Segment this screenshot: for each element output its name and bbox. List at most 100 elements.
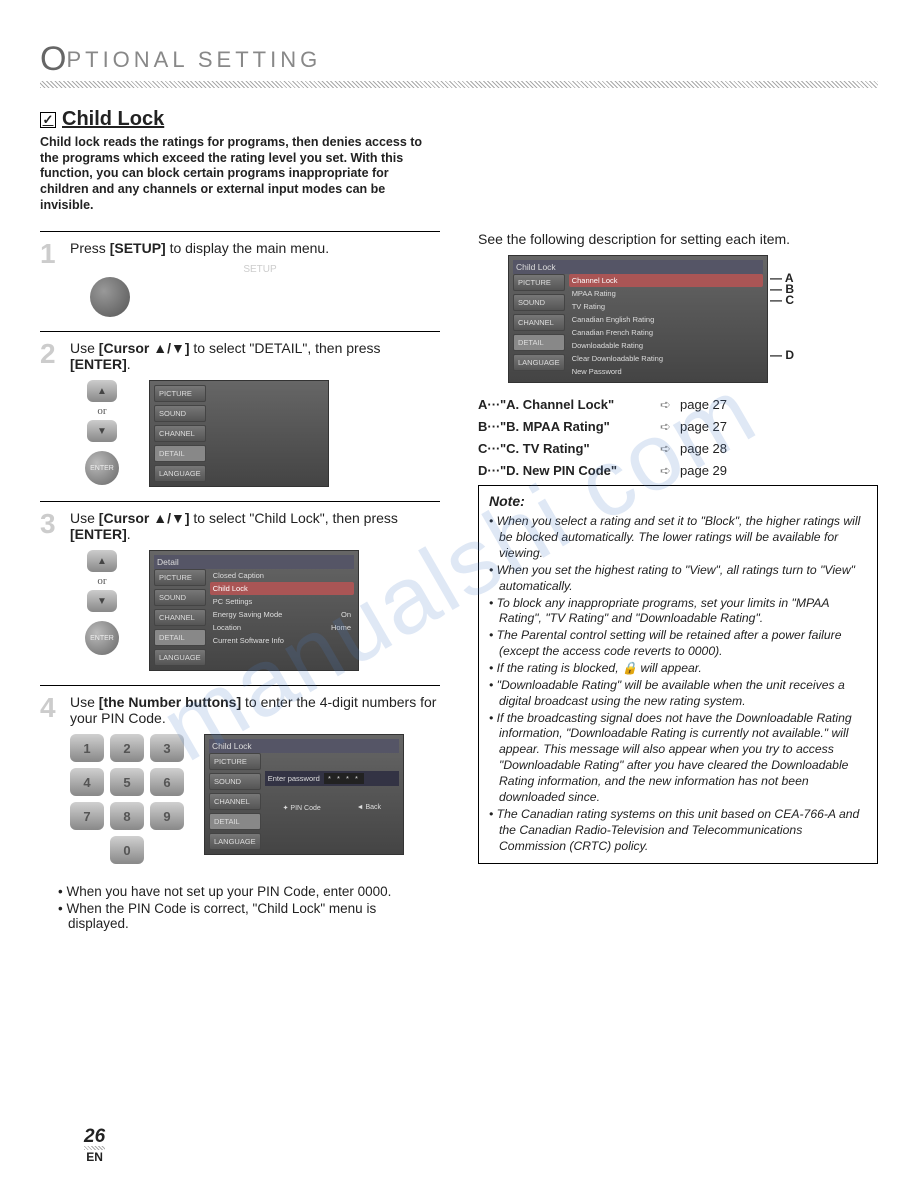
osd-title: Child Lock <box>513 260 763 274</box>
osd-empty <box>210 385 324 482</box>
osd-item: Canadian French Rating <box>569 326 763 339</box>
osd-tab: LANGUAGE <box>209 833 261 850</box>
or-label: or <box>97 405 106 417</box>
cursor-arrows: ▲ or ▼ ENTER <box>85 380 119 485</box>
key-4: 4 <box>70 768 104 796</box>
note-item: If the broadcasting signal does not have… <box>499 711 867 806</box>
osd-tab: CHANNEL <box>513 314 565 331</box>
osd-tab: SOUND <box>513 294 565 311</box>
note-item: The Canadian rating systems on this unit… <box>499 807 867 855</box>
key-6: 6 <box>150 768 184 796</box>
note-item: When you set the highest rating to "View… <box>499 563 867 595</box>
cursor-key-ref: [Cursor ▲/▼] <box>99 510 190 526</box>
section-title: ✓ Child Lock <box>40 108 878 131</box>
osd-tab: SOUND <box>154 589 206 606</box>
cursor-key-ref: [Cursor ▲/▼] <box>99 340 190 356</box>
setup-button-icon <box>90 277 130 317</box>
osd-item: Energy Saving Mode On <box>210 608 354 621</box>
legend-row: A···"A. Channel Lock"➪page 27 <box>478 397 878 413</box>
right-intro: See the following description for settin… <box>478 231 878 247</box>
text: to select "DETAIL", then press <box>190 340 381 356</box>
page-number: 26 EN <box>84 1126 105 1164</box>
step-number: 1 <box>40 240 62 317</box>
key-5: 5 <box>110 768 144 796</box>
osd-tab: LANGUAGE <box>154 649 206 666</box>
text: to display the main menu. <box>166 240 329 256</box>
section-intro: Child lock reads the ratings for program… <box>40 135 440 213</box>
cursor-arrows: ▲ or ▼ ENTER <box>85 550 119 655</box>
key-0: 0 <box>110 836 144 864</box>
osd-footer: ✦ PIN Code <box>283 804 321 812</box>
step-4: 4 Use [the Number buttons] to enter the … <box>40 685 440 878</box>
note-item: "Downloadable Rating" will be available … <box>499 678 867 710</box>
step-1: 1 Press [SETUP] to display the main menu… <box>40 231 440 331</box>
osd-tab: PICTURE <box>209 753 261 770</box>
osd-item: Channel Lock <box>569 274 763 287</box>
enter-button-icon: ENTER <box>85 621 119 655</box>
step3-instruction: Use [Cursor ▲/▼] to select "Child Lock",… <box>70 510 440 542</box>
callout-d: — D <box>770 348 794 362</box>
right-osd-wrap: Child Lock PICTURE SOUND CHANNEL DETAIL … <box>508 255 828 383</box>
legend-row: C···"C. TV Rating"➪page 28 <box>478 441 878 457</box>
enter-key-ref: [ENTER] <box>70 526 127 542</box>
osd-pin-entry: Child Lock PICTURE SOUND CHANNEL DETAIL … <box>204 734 404 855</box>
osd-tab: PICTURE <box>154 569 206 586</box>
key-1: 1 <box>70 734 104 762</box>
text: Use <box>70 510 99 526</box>
text: . <box>127 356 131 372</box>
note-item: When you select a rating and set it to "… <box>499 514 867 562</box>
or-label: or <box>97 575 106 587</box>
step-3: 3 Use [Cursor ▲/▼] to select "Child Lock… <box>40 501 440 685</box>
osd-item: Closed Caption <box>210 569 354 582</box>
step4-bullets: When you have not set up your PIN Code, … <box>68 884 440 931</box>
osd-tab-active: DETAIL <box>154 629 206 646</box>
text: to select "Child Lock", then press <box>190 510 398 526</box>
arrow-up-icon: ▲ <box>87 380 117 402</box>
osd-tab-active: DETAIL <box>209 813 261 830</box>
note-item: The Parental control setting will be ret… <box>499 628 867 660</box>
osd-tab-active: DETAIL <box>513 334 565 351</box>
osd-tab: PICTURE <box>154 385 206 402</box>
osd-item: Clear Downloadable Rating <box>569 352 763 365</box>
page-header: O PTIONAL SETTING <box>40 40 878 79</box>
note-item: If the rating is blocked, 🔒 will appear. <box>499 661 867 677</box>
osd-tab: CHANNEL <box>209 793 261 810</box>
note-item: To block any inappropriate programs, set… <box>499 596 867 628</box>
osd-title: Child Lock <box>209 739 399 753</box>
right-column: See the following description for settin… <box>478 231 878 933</box>
step1-instruction: Press [SETUP] to display the main menu. <box>70 240 440 256</box>
step-2: 2 Use [Cursor ▲/▼] to select "DETAIL", t… <box>40 331 440 501</box>
bullet-item: When you have not set up your PIN Code, … <box>68 884 440 899</box>
text: Press <box>70 240 110 256</box>
osd-menu-childlock: Detail PICTURE SOUND CHANNEL DETAIL LANG… <box>149 550 359 671</box>
key-9: 9 <box>150 802 184 830</box>
number-buttons-ref: [the Number buttons] <box>99 694 241 710</box>
section-title-text: Child Lock <box>62 108 164 131</box>
note-box: Note: When you select a rating and set i… <box>478 485 878 864</box>
osd-item: Current Software Info <box>210 634 354 647</box>
osd-menu-detail: PICTURE SOUND CHANNEL DETAIL LANGUAGE <box>149 380 329 487</box>
arrow-up-icon: ▲ <box>87 550 117 572</box>
step-number: 2 <box>40 340 62 487</box>
header-divider <box>40 81 878 88</box>
legend-row: D···"D. New PIN Code"➪page 29 <box>478 463 878 479</box>
checkbox-icon: ✓ <box>40 112 56 128</box>
osd-item: Canadian English Rating <box>569 313 763 326</box>
legend-row: B···"B. MPAA Rating"➪page 27 <box>478 419 878 435</box>
step4-instruction: Use [the Number buttons] to enter the 4-… <box>70 694 440 726</box>
setup-label: SETUP <box>80 264 440 275</box>
osd-item-highlighted: Child Lock <box>210 582 354 595</box>
note-heading: Note: <box>489 492 867 510</box>
osd-tab: LANGUAGE <box>513 354 565 371</box>
osd-password-label: Enter password * * * * <box>265 771 399 786</box>
osd-tab: PICTURE <box>513 274 565 291</box>
osd-item: MPAA Rating <box>569 287 763 300</box>
osd-tab: CHANNEL <box>154 609 206 626</box>
key-8: 8 <box>110 802 144 830</box>
osd-item: Downloadable Rating <box>569 339 763 352</box>
key-7: 7 <box>70 802 104 830</box>
setup-key-ref: [SETUP] <box>110 240 166 256</box>
osd-tab: SOUND <box>154 405 206 422</box>
callout-c: — C <box>770 293 794 307</box>
arrow-down-icon: ▼ <box>87 420 117 442</box>
